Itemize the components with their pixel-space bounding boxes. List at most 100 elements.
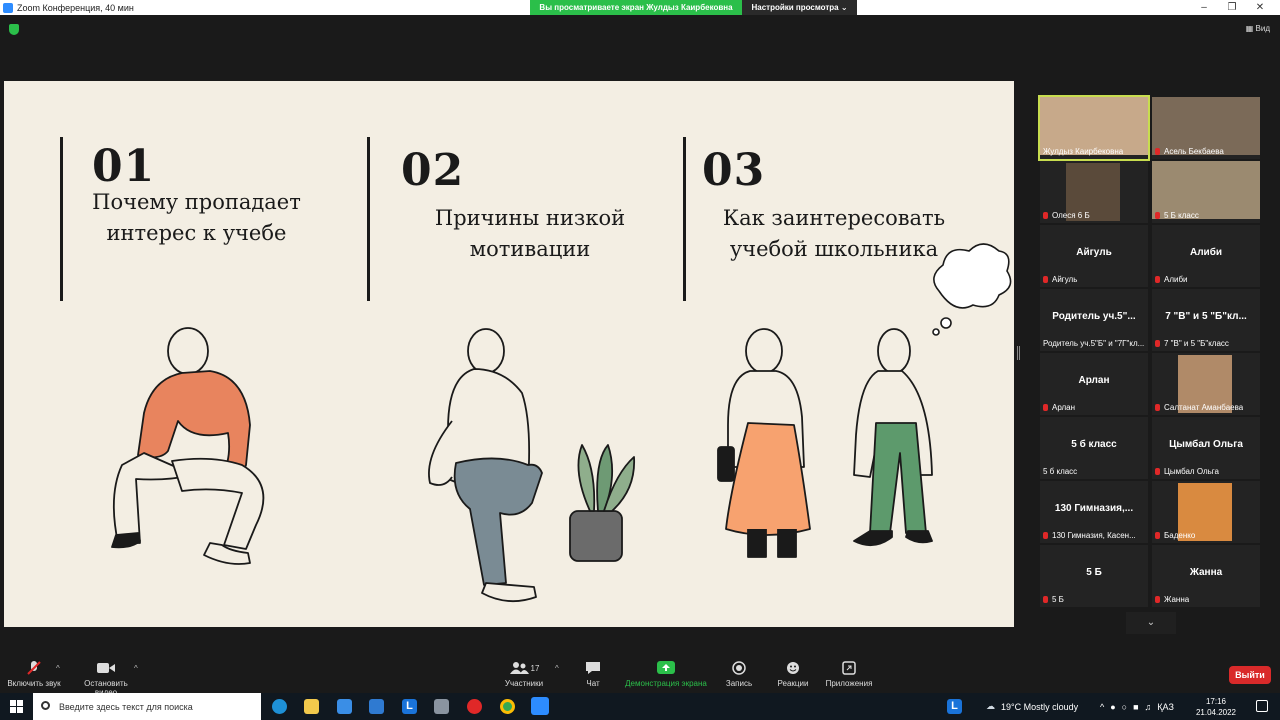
microphone-icon[interactable]: ● [1110,702,1115,712]
grid-view-icon: ▦ [1245,24,1256,33]
shared-screen-slide: 01 Почему пропадает интерес к учебе 02 П… [4,81,1014,627]
sitting-person-illustration [111,327,265,565]
thought-bubble-icon [932,243,1012,336]
participant-caption: Айгуль [1043,275,1077,284]
tray-chevron-up-icon[interactable]: ^ [1100,702,1104,712]
l-tray-app-icon[interactable]: L [947,699,962,714]
participant-caption: Цымбал Ольга [1155,467,1219,476]
gallery-next-page-button[interactable]: ⌄ [1126,612,1176,634]
unmute-button[interactable]: Включить звук [6,660,62,688]
standing-person-orange-skirt-illustration [717,328,811,558]
taskbar-clock[interactable]: 17:16 21.04.2022 [1196,696,1236,718]
leave-button[interactable]: Выйти [1229,666,1271,684]
mic-muted-icon [1043,404,1048,411]
participants-caret-icon[interactable]: ^ [555,664,559,673]
participants-icon [509,662,529,674]
close-icon[interactable]: ✕ [1246,0,1274,15]
participant-tile[interactable]: 5 б класс 5 б класс [1040,417,1148,479]
edge-browser-icon[interactable] [272,699,287,714]
participant-display-name: Алиби [1189,247,1223,258]
microsoft-store-icon[interactable] [337,699,352,714]
stop-video-button[interactable]: Остановить видео [72,660,140,697]
l-app-icon[interactable]: L [402,699,417,714]
zoom-taskbar-icon[interactable] [531,697,549,715]
standing-person-green-pants-illustration [853,328,933,547]
mail-icon[interactable] [369,699,384,714]
zoom-app-icon [3,2,13,13]
windows-start-icon[interactable] [10,700,23,713]
audio-options-caret-icon[interactable]: ^ [56,664,60,673]
video-options-caret-icon[interactable]: ^ [134,664,138,673]
participants-count: 17 [530,663,540,673]
participant-tile[interactable]: Айгуль Айгуль [1040,225,1148,287]
panel-resize-handle[interactable] [1017,346,1020,360]
participant-display-name: Арлан [1078,375,1110,386]
chat-button[interactable]: Чат [578,660,608,688]
tray-app-icon[interactable]: ○ [1122,702,1127,712]
participant-tile[interactable]: 5 Б 5 Б [1040,545,1148,607]
participant-tile[interactable]: 5 Б класс [1152,161,1260,223]
security-shield-icon[interactable] [9,24,19,35]
participant-caption: Олеся 6 Б [1043,211,1090,220]
taskbar-search-input[interactable]: Введите здесь текст для поиска [33,693,261,720]
participant-tile[interactable]: Алиби Алиби [1152,225,1260,287]
participant-display-name: Жанна [1189,567,1223,578]
cloud-icon: ☁ [986,701,995,711]
participant-tile[interactable]: Родитель уч.5"... Родитель уч.5"Б" и "7Г"… [1040,289,1148,351]
participant-display-name: 5 б класс [1071,439,1117,450]
participant-tile[interactable]: Жулдыз Каирбековна [1038,95,1150,161]
participant-tile[interactable]: Цымбал Ольга Цымбал Ольга [1152,417,1260,479]
participants-button[interactable]: 17 Участники [502,660,546,688]
mic-muted-icon [1043,596,1048,603]
share-screen-button[interactable]: Демонстрация экрана [624,660,708,688]
restore-icon[interactable]: ❐ [1218,0,1246,15]
mic-muted-icon [1155,276,1160,283]
reactions-button[interactable]: Реакции [774,660,812,688]
view-options-button[interactable]: Настройки просмотра ⌄ [742,0,857,15]
participant-caption: Алиби [1155,275,1188,284]
apps-icon [842,661,856,675]
view-button[interactable]: ▦ Вид [1246,24,1270,33]
participant-tile[interactable]: Жанна Жанна [1152,545,1260,607]
volume-icon[interactable]: ♫ [1145,702,1152,712]
notifications-icon[interactable] [1256,700,1268,712]
participant-tile[interactable]: Баденко [1152,481,1260,543]
window-title: Zoom Конференция, 40 мин [17,2,134,13]
participant-display-name: Цымбал Ольга [1169,439,1243,450]
chat-bubble-icon [586,662,600,674]
record-button[interactable]: Запись [722,660,756,688]
participant-tile[interactable]: Салтанат Аманбаева [1152,353,1260,415]
participant-caption: 7 "В" и 5 "Б"класс [1155,339,1229,348]
participant-caption: 5 б класс [1043,467,1078,476]
participant-caption: 5 Б класс [1155,211,1199,220]
app-icon[interactable] [434,699,449,714]
apps-button[interactable]: Приложения [822,660,876,688]
mic-muted-icon [1155,404,1160,411]
mic-muted-icon [1043,532,1048,539]
mic-muted-icon [27,661,41,675]
share-notice: Вы просматриваете экран Жулдыз Каирбеков… [530,0,742,15]
weather-widget[interactable]: ☁ 19°C Mostly cloudy [986,693,1078,720]
mic-muted-icon [1155,468,1160,475]
minimize-icon[interactable]: – [1190,0,1218,15]
participant-caption: 5 Б [1043,595,1064,604]
participant-tile[interactable]: 130 Гимназия,... 130 Гимназия, Касен... [1040,481,1148,543]
system-tray: ^ ● ○ ■ ♫ ҚАЗ [1100,693,1174,720]
participant-display-name: 7 "В" и 5 "Б"кл... [1165,311,1247,322]
network-icon[interactable]: ■ [1133,702,1138,712]
participant-tile[interactable]: Олеся 6 Б [1040,161,1148,223]
mic-muted-icon [1155,596,1160,603]
mic-muted-icon [1155,532,1160,539]
participant-tile[interactable]: 7 "В" и 5 "Б"кл... 7 "В" и 5 "Б"класс [1152,289,1260,351]
participant-tile[interactable]: Асель Бекбаева [1152,97,1260,159]
participant-tile[interactable]: Арлан Арлан [1040,353,1148,415]
opera-browser-icon[interactable] [467,699,482,714]
language-indicator[interactable]: ҚАЗ [1157,702,1174,712]
participant-caption: Асель Бекбаева [1155,147,1224,156]
participant-caption: Салтанат Аманбаева [1155,403,1243,412]
video-camera-icon [97,663,115,673]
chrome-browser-icon[interactable] [500,699,515,714]
meeting-toolbar: Включить звук ^ Остановить видео ^ 17 Уч… [0,650,1280,697]
file-explorer-icon[interactable] [304,699,319,714]
emoji-reaction-icon [787,662,799,674]
